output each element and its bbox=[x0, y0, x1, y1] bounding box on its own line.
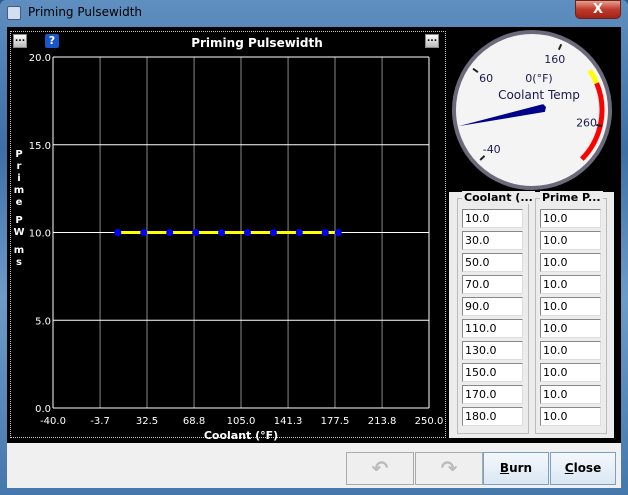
y-axis-label: PrimePWms bbox=[13, 149, 24, 268]
data-point bbox=[295, 229, 303, 236]
gauge-label: 260 bbox=[576, 117, 597, 130]
y-tick-label: 20.0 bbox=[29, 53, 51, 64]
coolant-cell[interactable]: 50.0 bbox=[462, 253, 523, 272]
burn-label: urn bbox=[509, 461, 533, 475]
y-tick-label: 0.0 bbox=[35, 404, 51, 415]
content-area: ... ? ... Priming Pulsewidth -40.0 -3.7 32… bbox=[7, 27, 621, 443]
coolant-cell[interactable]: 70.0 bbox=[462, 275, 523, 294]
coolant-cell[interactable]: 30.0 bbox=[462, 231, 523, 250]
prime-cell[interactable]: 10.0 bbox=[540, 407, 601, 426]
prime-column: Prime P... 10.0 10.0 10.0 10.0 10.0 10.0 10.0 1… bbox=[535, 191, 607, 434]
x-tick-label: -40.0 bbox=[40, 416, 66, 427]
coolant-cell[interactable]: 10.0 bbox=[462, 209, 523, 228]
data-point bbox=[192, 229, 200, 236]
data-point bbox=[140, 229, 148, 236]
prime-column-header: Prime P... bbox=[540, 191, 603, 204]
prime-cell[interactable]: 10.0 bbox=[540, 231, 601, 250]
gauge-title: Coolant Temp bbox=[498, 88, 580, 102]
x-tick-label: 177.5 bbox=[321, 416, 350, 427]
prime-cell[interactable]: 10.0 bbox=[540, 297, 601, 316]
x-tick-label: 250.0 bbox=[415, 416, 444, 427]
curve-table: Coolant (... 10.0 30.0 50.0 70.0 90.0 110.0 13… bbox=[449, 191, 614, 438]
data-point bbox=[321, 229, 329, 236]
gauge-label: -40 bbox=[483, 143, 501, 156]
prime-cell[interactable]: 10.0 bbox=[540, 209, 601, 228]
y-tick-label: 5.0 bbox=[35, 316, 51, 327]
undo-icon: ↶ bbox=[371, 456, 389, 480]
prime-cell[interactable]: 10.0 bbox=[540, 385, 601, 404]
x-axis-label: Coolant (°F) bbox=[204, 429, 278, 442]
coolant-cell[interactable]: 150.0 bbox=[462, 363, 523, 382]
prime-cell[interactable]: 10.0 bbox=[540, 253, 601, 272]
x-tick-label: 213.8 bbox=[368, 416, 397, 427]
x-tick-label: -3.7 bbox=[90, 416, 110, 427]
close-window-button[interactable]: X bbox=[575, 0, 621, 19]
app-icon bbox=[7, 6, 21, 20]
coolant-temp-gauge: -40 60 160 260 0(°F) Coolant Temp bbox=[452, 30, 612, 190]
x-tick-label: 68.8 bbox=[183, 416, 205, 427]
coolant-column-header: Coolant (... bbox=[462, 191, 535, 204]
data-point bbox=[243, 229, 251, 236]
x-tick-label: 105.0 bbox=[227, 416, 256, 427]
coolant-cell[interactable]: 180.0 bbox=[462, 407, 523, 426]
y-tick-label: 10.0 bbox=[29, 229, 51, 240]
window-title: Priming Pulsewidth bbox=[28, 5, 143, 19]
burn-button[interactable]: Burn bbox=[483, 452, 549, 485]
close-button[interactable]: Close bbox=[550, 452, 616, 485]
close-mnemonic: C bbox=[564, 461, 574, 475]
gauge-tick bbox=[596, 123, 603, 128]
data-point bbox=[218, 229, 226, 236]
prime-cell[interactable]: 10.0 bbox=[540, 275, 601, 294]
gauge-label: 60 bbox=[479, 72, 493, 85]
coolant-cell[interactable]: 170.0 bbox=[462, 385, 523, 404]
coolant-cell[interactable]: 130.0 bbox=[462, 341, 523, 360]
burn-mnemonic: B bbox=[499, 461, 510, 475]
prime-cell[interactable]: 10.0 bbox=[540, 319, 601, 338]
chart[interactable]: -40.0 -3.7 32.5 68.8 105.0 141.3 177.5 213.8 250… bbox=[7, 27, 447, 443]
prime-cell[interactable]: 10.0 bbox=[540, 341, 601, 360]
data-point bbox=[269, 229, 277, 236]
data-point bbox=[166, 229, 174, 236]
gauge-value: 0(°F) bbox=[525, 72, 552, 85]
data-point bbox=[114, 229, 122, 236]
coolant-cell[interactable]: 90.0 bbox=[462, 297, 523, 316]
client-area: ... ? ... Priming Pulsewidth -40.0 -3.7 32… bbox=[7, 27, 621, 488]
redo-icon: ↷ bbox=[440, 456, 458, 480]
window: Priming Pulsewidth X ... ? ... Priming P… bbox=[0, 0, 628, 495]
x-tick-label: 32.5 bbox=[136, 416, 158, 427]
coolant-column: Coolant (... 10.0 30.0 50.0 70.0 90.0 110.0 13… bbox=[457, 191, 535, 434]
data-point bbox=[334, 229, 342, 236]
redo-button[interactable]: ↷ bbox=[415, 452, 483, 485]
close-label: lose bbox=[573, 461, 602, 475]
undo-button[interactable]: ↶ bbox=[346, 452, 414, 485]
y-tick-label: 15.0 bbox=[29, 141, 51, 152]
gauge-label: 160 bbox=[544, 53, 565, 66]
coolant-cell[interactable]: 110.0 bbox=[462, 319, 523, 338]
prime-cell[interactable]: 10.0 bbox=[540, 363, 601, 382]
x-tick-label: 141.3 bbox=[274, 416, 303, 427]
